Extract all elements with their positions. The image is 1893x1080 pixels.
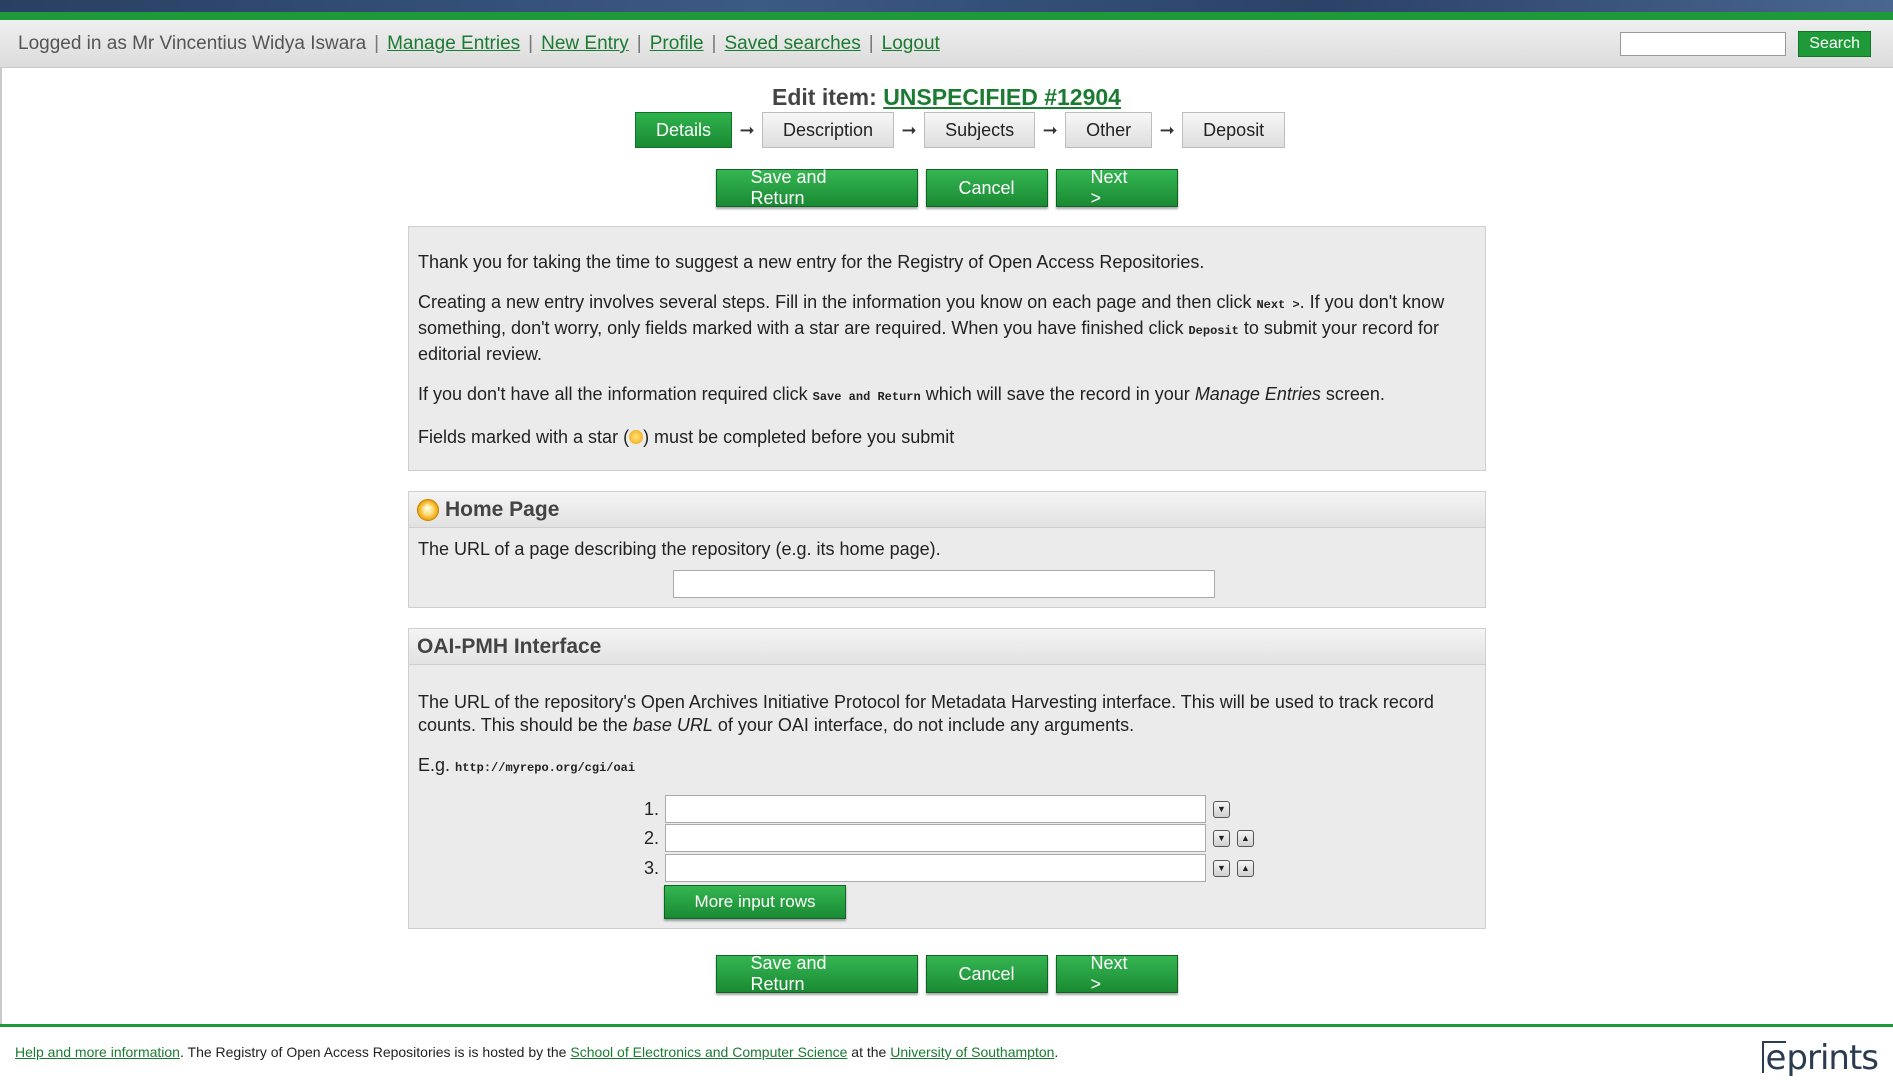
move-down-icon[interactable]: ▼ bbox=[1213, 829, 1230, 847]
workflow-steps: Details ➞ Description ➞ Subjects ➞ Other… bbox=[635, 112, 1286, 148]
required-star-icon bbox=[417, 498, 439, 521]
row-number: 3. bbox=[643, 857, 659, 878]
home-page-panel: Home Page The URL of a page describing t… bbox=[408, 491, 1486, 608]
eprints-logo: eprints bbox=[1762, 1038, 1879, 1078]
next-button[interactable]: Next > bbox=[1055, 167, 1178, 208]
logo-text: prints bbox=[1786, 1038, 1879, 1078]
cancel-button[interactable]: Cancel bbox=[925, 169, 1048, 207]
search-button[interactable]: Search bbox=[1798, 31, 1871, 57]
example-url: http://myrepo.org/cgi/oai bbox=[455, 761, 636, 775]
oai-url-input[interactable] bbox=[665, 854, 1206, 882]
footer-text: . The Registry of Open Access Repositori… bbox=[179, 1044, 571, 1060]
university-link[interactable]: University of Southampton bbox=[890, 1044, 1054, 1060]
logged-in-text: Logged in as Mr Vincentius Widya Iswara bbox=[18, 33, 367, 54]
footer-divider bbox=[0, 1024, 1893, 1027]
tab-description[interactable]: Description bbox=[762, 112, 895, 148]
intro-text: Creating a new entry involves several st… bbox=[418, 292, 1257, 312]
top-button-row: Save and Return Cancel Next > bbox=[0, 167, 1893, 208]
arrow-right-icon: ➞ bbox=[1159, 119, 1175, 140]
separator: | bbox=[711, 33, 717, 54]
save-and-return-button[interactable]: Save and Return bbox=[715, 167, 918, 208]
oai-pmh-heading: OAI-PMH Interface bbox=[409, 629, 1485, 665]
oai-url-row: 2. ▼ ▲ bbox=[629, 824, 1254, 852]
save-keyword: Save and Return bbox=[812, 390, 921, 404]
item-link[interactable]: UNSPECIFIED #12904 bbox=[883, 84, 1121, 110]
move-up-icon[interactable]: ▲ bbox=[1237, 859, 1254, 877]
saved-searches-link[interactable]: Saved searches bbox=[724, 33, 860, 55]
intro-panel: Thank you for taking the time to suggest… bbox=[408, 226, 1486, 471]
row-number: 1. bbox=[643, 798, 659, 819]
intro-text: screen. bbox=[1320, 384, 1385, 404]
move-down-icon[interactable]: ▼ bbox=[1213, 800, 1230, 818]
tab-details[interactable]: Details bbox=[635, 112, 733, 148]
intro-paragraph: Fields marked with a star ( ) must be com… bbox=[418, 426, 1476, 449]
separator: | bbox=[636, 33, 642, 54]
home-page-help: The URL of a page describing the reposit… bbox=[418, 539, 941, 559]
home-page-heading-text: Home Page bbox=[445, 497, 560, 521]
intro-text: which will save the record in your bbox=[920, 384, 1195, 404]
intro-paragraph: Creating a new entry involves several st… bbox=[418, 291, 1476, 366]
base-url-emphasis: base URL bbox=[632, 715, 713, 735]
logo-letter: e bbox=[1762, 1041, 1787, 1075]
separator: | bbox=[374, 33, 380, 54]
user-links: Logged in as Mr Vincentius Widya Iswara … bbox=[18, 20, 940, 68]
next-button[interactable]: Next > bbox=[1055, 953, 1178, 994]
tab-other[interactable]: Other bbox=[1065, 112, 1153, 148]
page-title: Edit item: UNSPECIFIED #12904 bbox=[0, 84, 1893, 111]
tab-subjects[interactable]: Subjects bbox=[924, 112, 1036, 148]
oai-help: The URL of the repository's Open Archive… bbox=[409, 665, 1485, 737]
oai-url-row: 1. ▼ bbox=[629, 795, 1230, 823]
tab-deposit[interactable]: Deposit bbox=[1182, 112, 1286, 148]
header-green-stripe bbox=[0, 12, 1893, 20]
arrow-right-icon: ➞ bbox=[1042, 119, 1058, 140]
arrow-right-icon: ➞ bbox=[739, 119, 755, 140]
deposit-keyword: Deposit bbox=[1188, 324, 1239, 338]
intro-text: If you don't have all the information re… bbox=[418, 384, 813, 404]
new-entry-link[interactable]: New Entry bbox=[541, 33, 629, 55]
row-number: 2. bbox=[643, 827, 659, 848]
oai-help-text: of your OAI interface, do not include an… bbox=[712, 715, 1135, 735]
school-link[interactable]: School of Electronics and Computer Scien… bbox=[570, 1044, 847, 1060]
search-input[interactable] bbox=[1620, 32, 1787, 56]
left-border bbox=[0, 68, 2, 1024]
home-page-heading: Home Page bbox=[409, 492, 1485, 528]
header-banner bbox=[0, 0, 1893, 12]
help-link[interactable]: Help and more information bbox=[15, 1044, 180, 1060]
required-star-icon bbox=[629, 430, 644, 444]
oai-example: E.g. http://myrepo.org/cgi/oai bbox=[409, 754, 1485, 780]
cancel-button[interactable]: Cancel bbox=[925, 955, 1048, 993]
next-keyword: Next > bbox=[1256, 298, 1300, 312]
save-and-return-button[interactable]: Save and Return bbox=[715, 953, 918, 994]
move-down-icon[interactable]: ▼ bbox=[1213, 859, 1230, 877]
bottom-button-row: Save and Return Cancel Next > bbox=[0, 953, 1893, 994]
manage-entries-emphasis: Manage Entries bbox=[1194, 384, 1321, 404]
manage-entries-link[interactable]: Manage Entries bbox=[387, 33, 520, 55]
intro-paragraph: Thank you for taking the time to suggest… bbox=[418, 252, 1205, 272]
separator: | bbox=[868, 33, 874, 54]
move-up-icon[interactable]: ▲ bbox=[1237, 829, 1254, 847]
arrow-right-icon: ➞ bbox=[901, 119, 917, 140]
example-label: E.g. bbox=[418, 755, 451, 775]
footer-text: . bbox=[1054, 1044, 1059, 1060]
search-area: Search bbox=[1620, 31, 1871, 57]
logout-link[interactable]: Logout bbox=[882, 33, 940, 55]
oai-url-input[interactable] bbox=[665, 795, 1206, 823]
oai-url-input[interactable] bbox=[665, 824, 1206, 852]
user-toolbar: Logged in as Mr Vincentius Widya Iswara … bbox=[0, 20, 1893, 68]
footer-text: at the bbox=[847, 1044, 891, 1060]
footer: Help and more information. The Registry … bbox=[15, 1044, 1058, 1060]
profile-link[interactable]: Profile bbox=[650, 33, 704, 55]
oai-url-row: 3. ▼ ▲ bbox=[629, 854, 1254, 882]
intro-text: ) must be completed before you submit bbox=[643, 427, 955, 447]
intro-text: Fields marked with a star ( bbox=[418, 427, 630, 447]
oai-pmh-panel: OAI-PMH Interface The URL of the reposit… bbox=[408, 628, 1486, 929]
separator: | bbox=[528, 33, 534, 54]
home-page-url-input[interactable] bbox=[673, 570, 1215, 598]
more-input-rows-button[interactable]: More input rows bbox=[664, 885, 846, 919]
title-prefix: Edit item: bbox=[772, 84, 877, 110]
intro-paragraph: If you don't have all the information re… bbox=[418, 383, 1476, 409]
